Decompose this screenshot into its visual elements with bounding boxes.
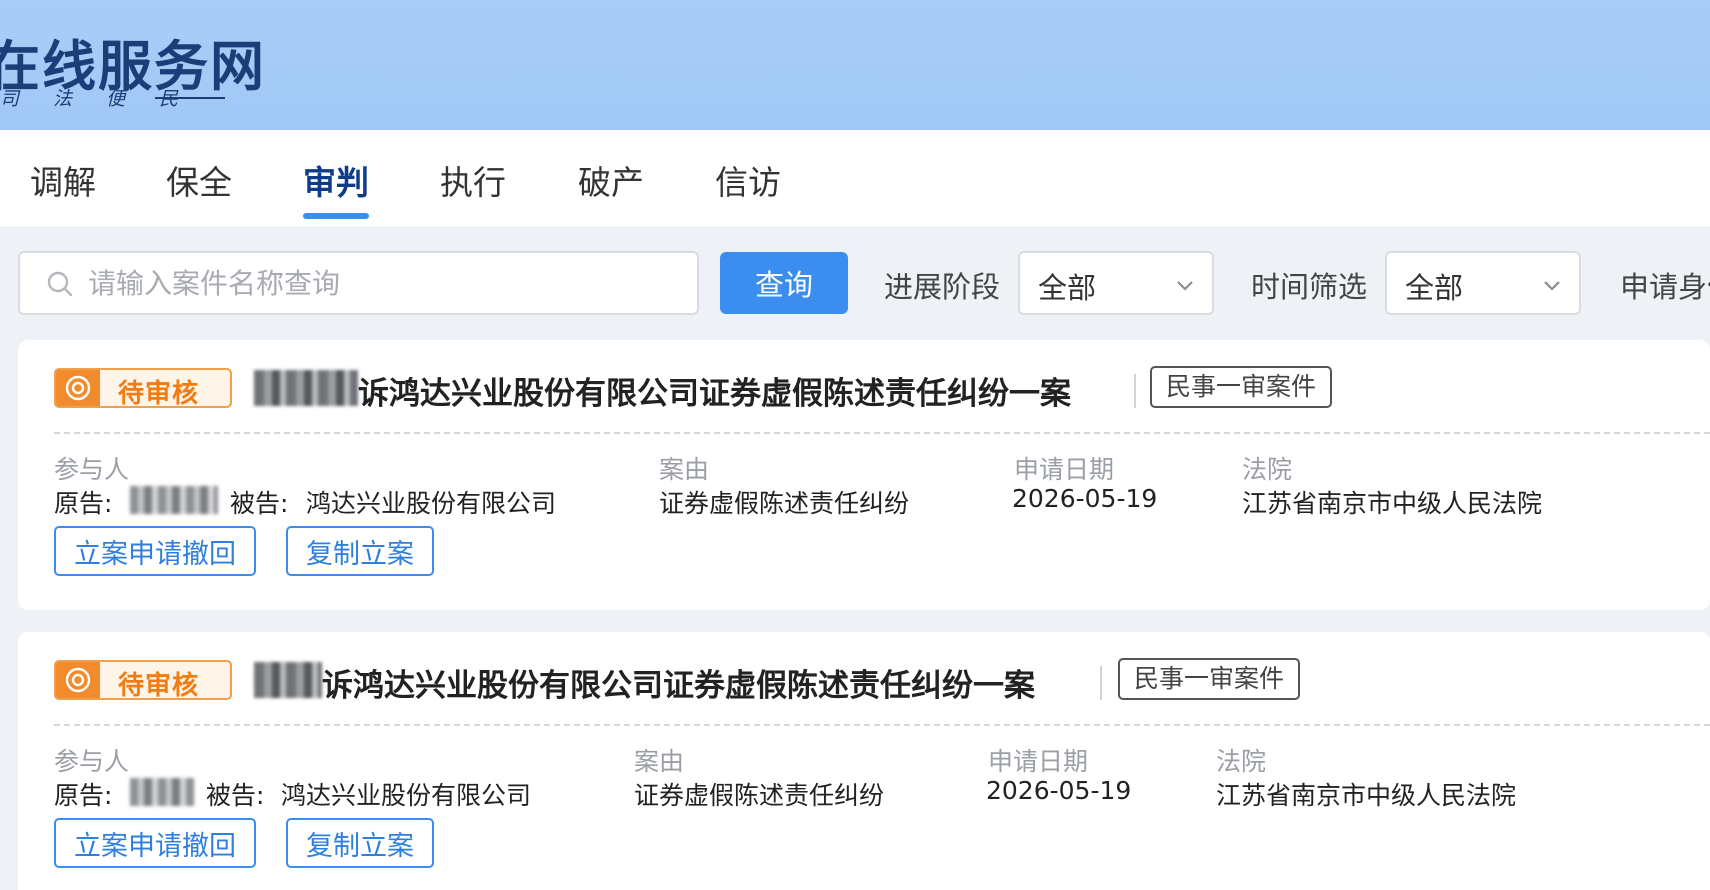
cause-label: 案由 — [634, 747, 685, 776]
tab-mediation[interactable]: 调解 — [30, 156, 96, 228]
time-select-value: 全部 — [1405, 271, 1464, 305]
tab-label: 执行 — [440, 163, 506, 202]
copy-case-button[interactable]: 复制立案 — [286, 526, 434, 576]
chevron-down-icon — [1177, 281, 1193, 291]
status-badge: 待审核 — [54, 368, 232, 408]
status-text: 待审核 — [118, 671, 200, 700]
pending-icon — [56, 370, 100, 406]
identity-filter-label: 申请身份 — [1620, 270, 1710, 304]
slogan-divider — [155, 97, 225, 99]
court-label: 法院 — [1216, 747, 1267, 776]
tab-preservation[interactable]: 保全 — [166, 156, 232, 228]
search-input[interactable] — [88, 261, 678, 305]
progress-filter-label: 进展阶段 — [884, 270, 1001, 304]
withdraw-button[interactable]: 立案申请撤回 — [54, 818, 256, 868]
tab-bankruptcy[interactable]: 破产 — [578, 156, 644, 228]
redacted-plaintiff — [130, 486, 218, 514]
copy-case-button[interactable]: 复制立案 — [286, 818, 434, 868]
cause-value: 证券虚假陈述责任纠纷 — [634, 781, 885, 810]
search-icon — [47, 271, 73, 297]
case-type-tag: 民事一审案件 — [1150, 366, 1333, 408]
title-divider — [1134, 374, 1136, 408]
plaintiff-label: 原告: — [54, 781, 113, 810]
card-divider — [54, 432, 1710, 434]
case-title[interactable]: 诉鸿达兴业股份有限公司证券虚假陈述责任纠纷一案 — [322, 660, 1035, 705]
defendant-value: 鸿达兴业股份有限公司 — [306, 489, 557, 518]
tab-execution[interactable]: 执行 — [440, 156, 506, 228]
case-card: 待审核 诉鸿达兴业股份有限公司证券虚假陈述责任纠纷一案 民事一审案件 参与人 案… — [18, 632, 1710, 890]
header-banner: 在线服务网 司 法 便 民 — [0, 0, 1710, 130]
cause-value: 证券虚假陈述责任纠纷 — [659, 489, 910, 518]
query-button[interactable]: 查询 — [720, 252, 848, 314]
tab-petition[interactable]: 信访 — [715, 156, 781, 228]
case-card: 待审核 诉鸿达兴业股份有限公司证券虚假陈述责任纠纷一案 民事一审案件 参与人 案… — [18, 340, 1710, 610]
defendant-label: 被告: — [206, 781, 265, 810]
active-tab-indicator — [303, 213, 369, 219]
search-box — [18, 251, 699, 315]
redacted-plaintiff-name — [254, 662, 322, 698]
apply-date-value: 2026-05-19 — [986, 776, 1132, 805]
chevron-down-icon — [1544, 281, 1560, 291]
defendant-value: 鸿达兴业股份有限公司 — [281, 781, 532, 810]
time-select[interactable]: 全部 — [1385, 251, 1581, 315]
participants-label: 参与人 — [54, 455, 130, 484]
plaintiff-label: 原告: — [54, 489, 113, 518]
redacted-plaintiff-name — [254, 370, 358, 406]
tab-label: 保全 — [166, 163, 232, 202]
tab-label: 信访 — [715, 163, 781, 202]
time-filter-label: 时间筛选 — [1251, 270, 1368, 304]
redacted-plaintiff — [130, 778, 194, 806]
card-divider — [54, 724, 1710, 726]
apply-date-label: 申请日期 — [988, 747, 1089, 776]
main-nav: 调解 保全 审判 执行 破产 信访 — [0, 130, 1710, 228]
court-value: 江苏省南京市中级人民法院 — [1242, 489, 1543, 518]
progress-select-value: 全部 — [1038, 271, 1097, 305]
case-type-tag: 民事一审案件 — [1118, 658, 1301, 700]
apply-date-value: 2026-05-19 — [1012, 484, 1158, 513]
defendant-label: 被告: — [230, 489, 289, 518]
tab-trial[interactable]: 审判 — [303, 156, 369, 228]
participants-label: 参与人 — [54, 747, 130, 776]
tab-label: 审判 — [303, 163, 369, 202]
case-title[interactable]: 诉鸿达兴业股份有限公司证券虚假陈述责任纠纷一案 — [358, 368, 1071, 413]
status-text: 待审核 — [118, 379, 200, 408]
pending-icon — [56, 662, 100, 698]
tab-label: 调解 — [30, 163, 96, 202]
apply-date-label: 申请日期 — [1014, 455, 1115, 484]
status-badge: 待审核 — [54, 660, 232, 700]
cause-label: 案由 — [659, 455, 710, 484]
title-divider — [1100, 666, 1102, 700]
withdraw-button[interactable]: 立案申请撤回 — [54, 526, 256, 576]
tab-label: 破产 — [578, 163, 644, 202]
court-value: 江苏省南京市中级人民法院 — [1216, 781, 1517, 810]
progress-select[interactable]: 全部 — [1018, 251, 1214, 315]
court-label: 法院 — [1242, 455, 1293, 484]
